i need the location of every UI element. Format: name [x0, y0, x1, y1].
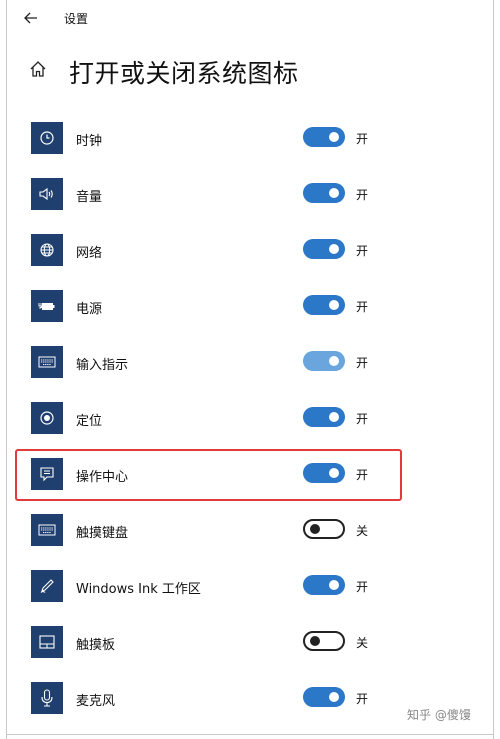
page-title: 打开或关闭系统图标 [69, 59, 299, 88]
toggle-switch[interactable] [303, 127, 345, 147]
setting-label: 时钟 [76, 134, 103, 149]
setting-label: Windows Ink 工作区 [76, 582, 201, 597]
globe-icon [31, 234, 63, 266]
toggle-state-text: 开 [356, 300, 369, 314]
microphone-icon [31, 682, 63, 714]
battery-plug-icon [31, 290, 63, 322]
toggle-knob [310, 636, 320, 646]
setting-row-action-center: 操作中心 开 [7, 458, 493, 498]
setting-label: 音量 [76, 190, 103, 205]
toggle-state-text: 开 [356, 692, 369, 706]
toggle-switch[interactable] [303, 295, 345, 315]
back-button[interactable] [21, 8, 41, 28]
toggle-state-text: 开 [356, 468, 369, 482]
titlebar: 设置 [7, 0, 493, 34]
toggle-knob [329, 300, 339, 310]
setting-label: 定位 [76, 414, 103, 429]
setting-row-touchpad: 触摸板 关 [7, 626, 493, 666]
toggle-switch[interactable] [303, 239, 345, 259]
speaker-icon [31, 178, 63, 210]
window-title: 设置 [64, 12, 89, 26]
toggle-knob [329, 132, 339, 142]
setting-row-touch-keyboard: 触摸键盘 关 [7, 514, 493, 554]
setting-row-clock: 时钟 开 [7, 122, 493, 162]
action-center-icon [31, 458, 63, 490]
toggle-knob [329, 188, 339, 198]
setting-row-power: 电源 开 [7, 290, 493, 330]
toggle-state-text: 开 [356, 188, 369, 202]
setting-row-location: 定位 开 [7, 402, 493, 442]
setting-label: 网络 [76, 246, 103, 261]
setting-label: 输入指示 [76, 358, 129, 373]
toggle-knob [329, 580, 339, 590]
watermark: 知乎 @傻馒 [407, 708, 471, 722]
window-bottom-border [6, 734, 494, 735]
toggle-knob [329, 356, 339, 366]
setting-label: 操作中心 [76, 470, 129, 485]
touch-keyboard-icon [31, 514, 63, 546]
toggle-state-text: 开 [356, 580, 369, 594]
toggle-switch[interactable] [303, 463, 345, 483]
toggle-switch[interactable] [303, 351, 345, 371]
toggle-state-text: 开 [356, 132, 369, 146]
toggle-knob [329, 468, 339, 478]
toggle-switch[interactable] [303, 183, 345, 203]
back-arrow-icon [24, 9, 38, 28]
toggle-switch[interactable] [303, 631, 345, 651]
setting-label: 电源 [76, 302, 103, 317]
toggle-state-text: 开 [356, 412, 369, 426]
setting-label: 触摸板 [76, 638, 116, 653]
setting-label: 麦克风 [76, 694, 116, 709]
toggle-knob [310, 524, 320, 534]
setting-row-network: 网络 开 [7, 234, 493, 274]
toggle-knob [329, 412, 339, 422]
pen-icon [31, 570, 63, 602]
toggle-switch[interactable] [303, 575, 345, 595]
toggle-knob [329, 692, 339, 702]
home-icon [29, 60, 47, 82]
setting-label: 触摸键盘 [76, 526, 129, 541]
home-button[interactable] [27, 60, 49, 82]
toggle-state-text: 开 [356, 356, 369, 370]
toggle-state-text: 关 [356, 636, 369, 650]
touchpad-icon [31, 626, 63, 658]
clock-icon [31, 122, 63, 154]
setting-row-volume: 音量 开 [7, 178, 493, 218]
toggle-state-text: 关 [356, 524, 369, 538]
setting-row-windows-ink: Windows Ink 工作区 开 [7, 570, 493, 610]
keyboard-icon [31, 346, 63, 378]
toggle-switch[interactable] [303, 519, 345, 539]
settings-window: 设置 打开或关闭系统图标 时钟 开 音量 开 网络 开 电源 开 输入指示 开 … [6, 0, 494, 739]
toggle-state-text: 开 [356, 244, 369, 258]
toggle-switch[interactable] [303, 407, 345, 427]
setting-row-input-indicator: 输入指示 开 [7, 346, 493, 386]
toggle-switch[interactable] [303, 687, 345, 707]
location-dot-icon [31, 402, 63, 434]
toggle-knob [329, 244, 339, 254]
